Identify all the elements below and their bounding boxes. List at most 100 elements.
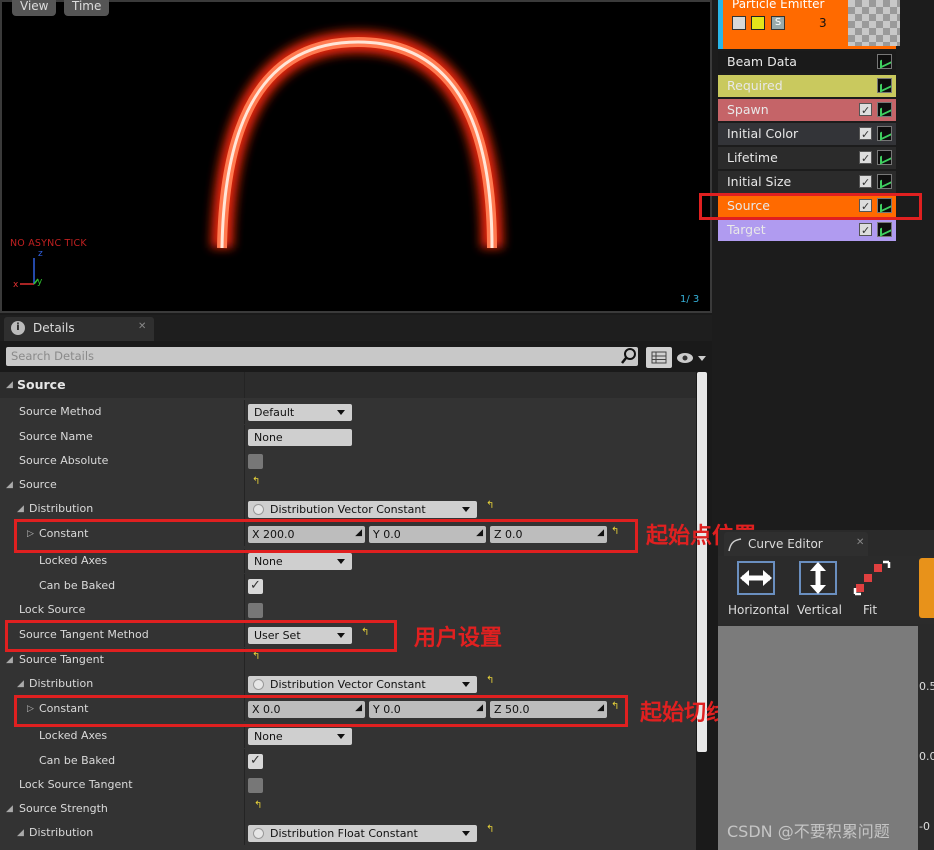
graph-icon[interactable] [877,54,892,69]
particle-count: 3 [819,16,827,30]
horizontal-fit-button[interactable] [734,558,778,598]
reset-icon[interactable]: ↰ [486,669,494,693]
reset-icon[interactable]: ↰ [486,818,494,842]
close-icon[interactable]: ✕ [138,321,146,332]
module-enable-checkbox[interactable] [859,124,872,146]
row-distribution: ◢ Distribution Distribution Float Consta… [0,821,696,845]
distribution-label: Distribution [29,502,94,515]
section-source-header[interactable]: ◢ Source [0,372,696,398]
highlight-source-module [699,193,922,220]
graph-icon[interactable] [877,126,892,141]
module-enable-checkbox[interactable] [859,220,872,242]
module-initial-size[interactable]: Initial Size [718,171,896,194]
distribution-dropdown[interactable]: Distribution Vector Constant [248,676,477,693]
module-enable-checkbox[interactable] [859,172,872,194]
solo-button[interactable]: S [771,16,785,30]
distribution-dropdown[interactable]: Distribution Vector Constant [248,501,477,518]
module-label: Initial Size [727,174,792,189]
lock-source-tangent-label: Lock Source Tangent [19,778,133,791]
vertical-label: Vertical [797,603,842,617]
details-property-grid: ◢ Source Source Method Default Source Na… [0,372,696,850]
info-icon: i [11,321,25,335]
module-enable-checkbox[interactable] [859,100,872,122]
curve-editor-title: Curve Editor [748,537,823,551]
axis-label: -0 [919,820,930,833]
row-source-method: Source Method Default [0,400,696,424]
graph-icon[interactable] [877,102,892,117]
fit-icon [853,560,891,596]
watermark: CSDN @不要积累问题 [727,822,890,841]
curve-icon [728,538,742,552]
module-initial-color[interactable]: Initial Color [718,123,896,146]
svg-text:y: y [37,277,43,287]
emitter-title: Particle Emitter [732,0,825,11]
reset-icon[interactable]: ↰ [254,794,262,818]
graph-icon[interactable] [877,78,892,93]
distribution-circle-icon [253,504,264,515]
source-name-field[interactable]: None [248,429,352,446]
locked-axes-dropdown[interactable]: None [248,728,352,745]
row-distribution: ◢ Distribution Distribution Vector Const… [0,497,696,521]
graph-icon[interactable] [877,150,892,165]
close-icon[interactable]: ✕ [856,537,864,548]
highlight-tangent-method [5,620,397,652]
preview-viewport[interactable]: View Time x z y NO ASYNC TICK 1/ 3 [0,0,712,313]
section-title: Source [17,377,66,392]
row-can-be-baked: Can be Baked [0,574,696,598]
grid-icon [651,351,667,364]
module-lifetime[interactable]: Lifetime [718,147,896,170]
highlight-constant-1 [14,519,638,553]
axis-label: 0.0 [919,750,934,763]
search-icon[interactable] [621,348,637,364]
reset-icon[interactable]: ↰ [252,470,260,494]
distribution-label: Distribution [29,826,94,839]
more-tools-button[interactable] [919,558,934,618]
fit-button[interactable] [850,558,894,598]
row-can-be-baked: Can be Baked [0,749,696,773]
locked-axes-dropdown[interactable]: None [248,553,352,570]
annotation-user-set: 用户设置 [414,626,503,651]
source-strength-label: Source Strength [19,802,108,815]
row-source-absolute: Source Absolute [0,449,696,473]
lock-source-label: Lock Source [19,603,86,616]
reset-icon[interactable]: ↰ [486,494,494,518]
tab-details[interactable]: i Details ✕ [4,317,154,341]
source-label: Source [19,478,57,491]
axis-label: 0.5 [919,680,934,693]
row-lock-source: Lock Source [0,598,696,622]
tab-curve-editor[interactable]: Curve Editor ✕ [724,532,868,556]
eye-visibility-icon[interactable] [676,350,706,366]
lock-source-checkbox[interactable] [248,603,263,618]
render-mode-icon[interactable] [751,16,765,30]
highlight-constant-2 [14,695,628,727]
source-method-dropdown[interactable]: Default [248,404,352,421]
vertical-fit-button[interactable] [796,558,840,598]
svg-text:x: x [13,280,19,290]
emitter-enable-checkbox[interactable] [732,16,746,30]
distribution-dropdown[interactable]: Distribution Float Constant [248,825,477,842]
can-be-baked-checkbox[interactable] [248,749,263,773]
row-source-strength: ◢ Source Strength ↰ [0,797,696,821]
module-label: Target [727,222,766,237]
source-absolute-checkbox[interactable] [248,454,263,469]
search-details-input[interactable]: Search Details [6,347,638,366]
property-matrix-button[interactable] [646,347,672,368]
emitter-header[interactable]: Particle Emitter S 3 [718,0,900,49]
graph-icon[interactable] [877,222,892,237]
can-be-baked-checkbox[interactable] [248,574,263,598]
module-spawn[interactable]: Spawn [718,99,896,122]
module-required[interactable]: Required [718,75,896,97]
module-beam-data[interactable]: Beam Data [718,51,896,73]
distribution-circle-icon [253,828,264,839]
frame-counter: 1/ 3 [680,294,700,305]
module-label: Lifetime [727,150,778,165]
curve-graph-area[interactable] [718,626,918,850]
locked-axes-label: Locked Axes [39,729,108,742]
module-enable-checkbox[interactable] [859,148,872,170]
graph-icon[interactable] [877,174,892,189]
module-target[interactable]: Target [718,219,896,242]
horizontal-arrows-icon [737,561,775,595]
lock-source-tangent-checkbox[interactable] [248,778,263,793]
source-absolute-label: Source Absolute [19,454,109,467]
vertical-arrows-icon [799,561,837,595]
